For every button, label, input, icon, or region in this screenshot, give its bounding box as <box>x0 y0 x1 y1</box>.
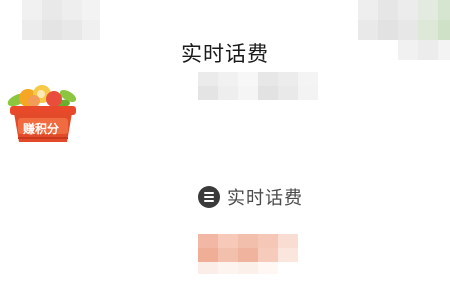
earn-points-badge[interactable] <box>4 84 82 146</box>
gift-basket-icon <box>7 85 77 142</box>
section-label: 实时话费 <box>227 188 303 209</box>
list-icon <box>198 186 220 208</box>
section-header: 实时话费 <box>198 184 303 210</box>
blurred-top-left <box>22 0 100 40</box>
page-title: 实时话费 <box>181 42 269 66</box>
blurred-bottom-value <box>198 234 298 274</box>
blurred-subtitle <box>198 72 318 100</box>
